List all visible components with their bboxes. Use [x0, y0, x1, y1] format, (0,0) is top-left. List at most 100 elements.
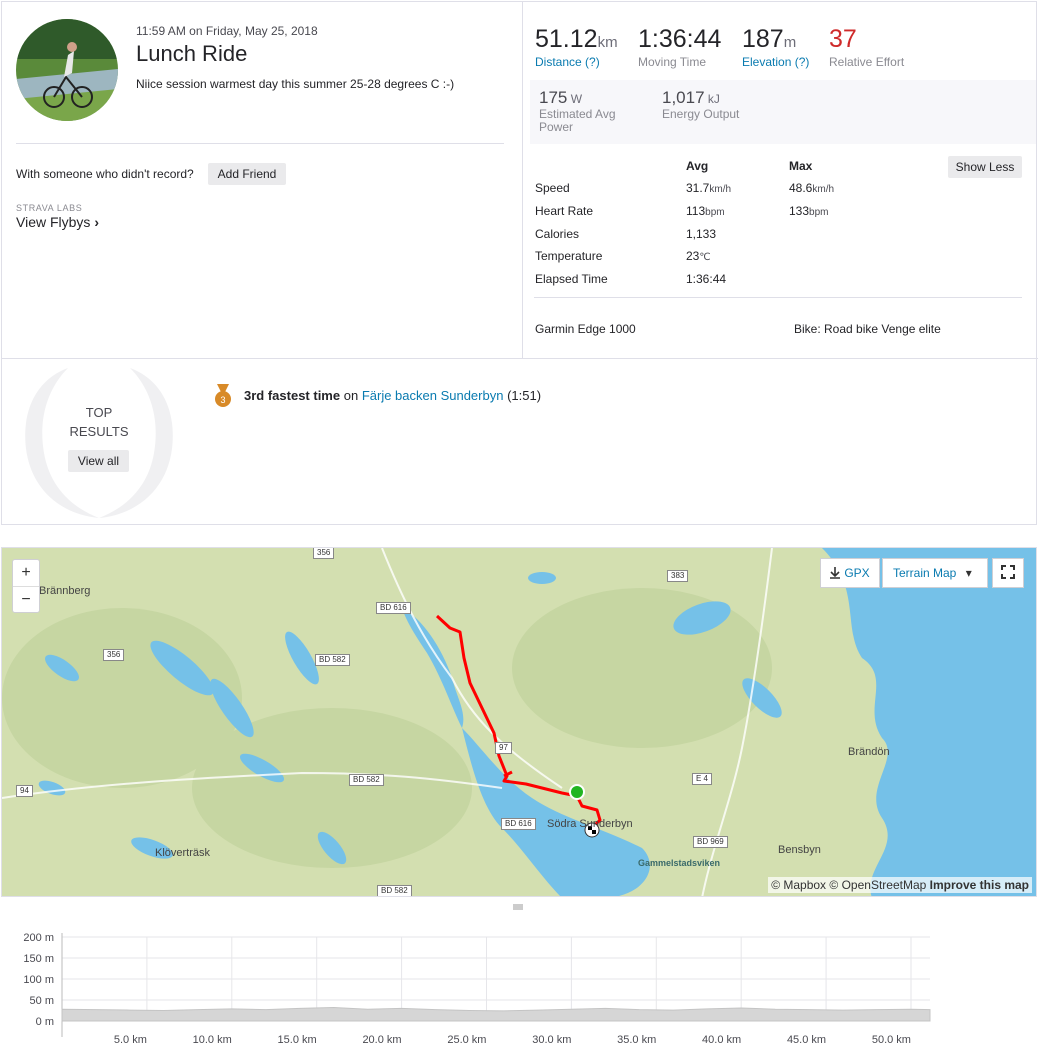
- road-shield: 97: [495, 742, 512, 754]
- view-flybys-link[interactable]: View Flybys ›: [16, 214, 99, 230]
- detail-row-avg: 23℃: [686, 249, 711, 263]
- moving-time-value: 1:36:44: [638, 25, 722, 53]
- x-tick-label: 15.0 km: [278, 1034, 317, 1046]
- y-tick-label: 200 m: [23, 932, 54, 944]
- power-label: Estimated Avg Power: [539, 107, 616, 134]
- elevation-unit: m: [783, 34, 797, 51]
- detail-avg-unit: km/h: [709, 184, 732, 195]
- strava-labs-label: STRAVA LABS: [16, 203, 83, 213]
- route-map[interactable]: Brännberg Klöverträsk Södra Sunderbyn Br…: [1, 547, 1037, 897]
- gpx-label: GPX: [844, 566, 870, 580]
- activity-date: 11:59 AM on Friday, May 25, 2018: [136, 24, 318, 38]
- view-all-button[interactable]: View all: [68, 450, 129, 472]
- achievement-line: 3rd fastest time on Färje backen Sunderb…: [244, 388, 541, 403]
- elevation-chart[interactable]: 200 m 150 m 100 m 50 m 0 m 5.0 km 10.0 km 15.0 …: [0, 906, 1038, 1054]
- detail-row-max: 48.6km/h: [789, 181, 834, 195]
- detail-row-max: 133bpm: [789, 204, 828, 218]
- relative-effort-label: Relative Effort: [829, 55, 905, 69]
- road-shield: 356: [313, 548, 335, 559]
- x-tick-label: 40.0 km: [702, 1034, 741, 1046]
- osm-attribution-link[interactable]: © OpenStreetMap: [829, 878, 926, 892]
- detail-avg-unit: ℃: [699, 252, 711, 263]
- x-tick-label: 10.0 km: [193, 1034, 232, 1046]
- top-results-line1: TOP: [85, 405, 113, 420]
- stat-relative-effort: 37 Relative Effort: [829, 25, 904, 69]
- zoom-in-button[interactable]: +: [13, 560, 39, 587]
- distance-label[interactable]: Distance (?): [535, 55, 618, 69]
- zoom-out-button[interactable]: −: [13, 587, 39, 613]
- detail-row-label: Speed: [535, 181, 570, 195]
- map-label-bensbyn: Bensbyn: [778, 844, 821, 856]
- road-shield: BD 582: [349, 774, 384, 786]
- map-label-gammelstadsviken: Gammelstadsviken: [638, 858, 721, 868]
- with-someone-text: With someone who didn't record?: [16, 167, 194, 181]
- road-shield: BD 582: [377, 885, 412, 896]
- x-tick-label: 45.0 km: [787, 1034, 826, 1046]
- road-shield: BD 969: [693, 836, 728, 848]
- y-tick-label: 100 m: [23, 974, 54, 986]
- terrain-map-dropdown[interactable]: Terrain Map ▾: [882, 558, 988, 588]
- energy-label: Energy Output: [662, 107, 740, 121]
- detail-row-avg: 1,133: [686, 227, 716, 241]
- x-tick-label: 25.0 km: [447, 1034, 486, 1046]
- avg-header: Avg: [686, 159, 709, 173]
- detail-max-value: 133: [789, 204, 810, 218]
- resize-grip-icon[interactable]: [513, 899, 523, 910]
- activity-description: Niice session warmest day this summer 25…: [136, 77, 455, 91]
- download-icon: [829, 561, 841, 579]
- detail-row-avg: 113bpm: [686, 204, 725, 218]
- column-divider: [522, 2, 523, 358]
- add-friend-button[interactable]: Add Friend: [208, 163, 286, 185]
- distance-unit: km: [597, 34, 618, 51]
- detail-row-label: Heart Rate: [535, 204, 593, 218]
- road-shield: 356: [103, 649, 125, 661]
- stat-power: 175 W Estimated Avg Power: [539, 88, 639, 134]
- map-label-klovertrask: Klöverträsk: [155, 847, 211, 859]
- distance-value: 51.12: [535, 25, 598, 53]
- power-value: 175: [539, 88, 568, 107]
- divider: [534, 297, 1022, 298]
- power-unit: W: [570, 92, 583, 106]
- detail-avg-value: 31.7: [686, 181, 710, 195]
- gpx-download-button[interactable]: GPX: [820, 558, 880, 588]
- start-marker-icon[interactable]: [569, 784, 585, 800]
- mapbox-attribution-link[interactable]: © Mapbox: [771, 878, 826, 892]
- y-tick-label: 50 m: [30, 995, 54, 1007]
- map-attribution: © Mapbox © OpenStreetMap Improve this ma…: [768, 877, 1032, 893]
- show-less-button[interactable]: Show Less: [948, 156, 1022, 178]
- detail-max-value: 48.6: [789, 181, 813, 195]
- detail-row-avg: 1:36:44: [686, 272, 726, 286]
- energy-value: 1,017: [662, 88, 705, 107]
- achievement-text: 3rd fastest time: [244, 388, 341, 403]
- stat-distance: 51.12km Distance (?): [535, 25, 618, 69]
- detail-row-avg: 31.7km/h: [686, 181, 731, 195]
- fullscreen-button[interactable]: [992, 558, 1024, 588]
- segment-link[interactable]: Färje backen Sunderbyn: [362, 388, 504, 403]
- detail-label: Elapsed Time: [535, 272, 608, 286]
- detail-avg-unit: bpm: [705, 207, 725, 218]
- detail-max-unit: km/h: [812, 184, 835, 195]
- avatar[interactable]: [16, 19, 118, 121]
- detail-avg-value: 23: [686, 249, 700, 263]
- map-canvas[interactable]: [2, 548, 1037, 897]
- terrain-map-label: Terrain Map: [893, 566, 957, 580]
- top-results-heading: TOP RESULTS: [62, 403, 136, 441]
- detail-row-label: Temperature: [535, 249, 602, 263]
- power-summary-box: 175 W Estimated Avg Power 1,017 kJ Energ…: [530, 80, 1036, 144]
- caret-down-icon: ▾: [965, 566, 972, 580]
- zoom-control: + −: [12, 559, 40, 613]
- bike-name: Bike: Road bike Venge elite: [794, 322, 941, 336]
- x-tick-label: 35.0 km: [617, 1034, 656, 1046]
- elevation-label[interactable]: Elevation (?): [742, 55, 809, 69]
- detail-max-unit: bpm: [809, 207, 829, 218]
- elevation-area: [61, 1007, 931, 1022]
- elevation-value: 187: [742, 25, 784, 53]
- road-shield: BD 616: [501, 818, 536, 830]
- relative-effort-value: 37: [829, 25, 857, 53]
- view-flybys-label: View Flybys: [16, 214, 91, 230]
- detail-avg-value: 1,133: [686, 227, 717, 241]
- road-shield: BD 582: [315, 654, 350, 666]
- divider: [16, 143, 504, 144]
- moving-time-label: Moving Time: [638, 55, 707, 69]
- improve-map-link[interactable]: Improve this map: [930, 878, 1029, 892]
